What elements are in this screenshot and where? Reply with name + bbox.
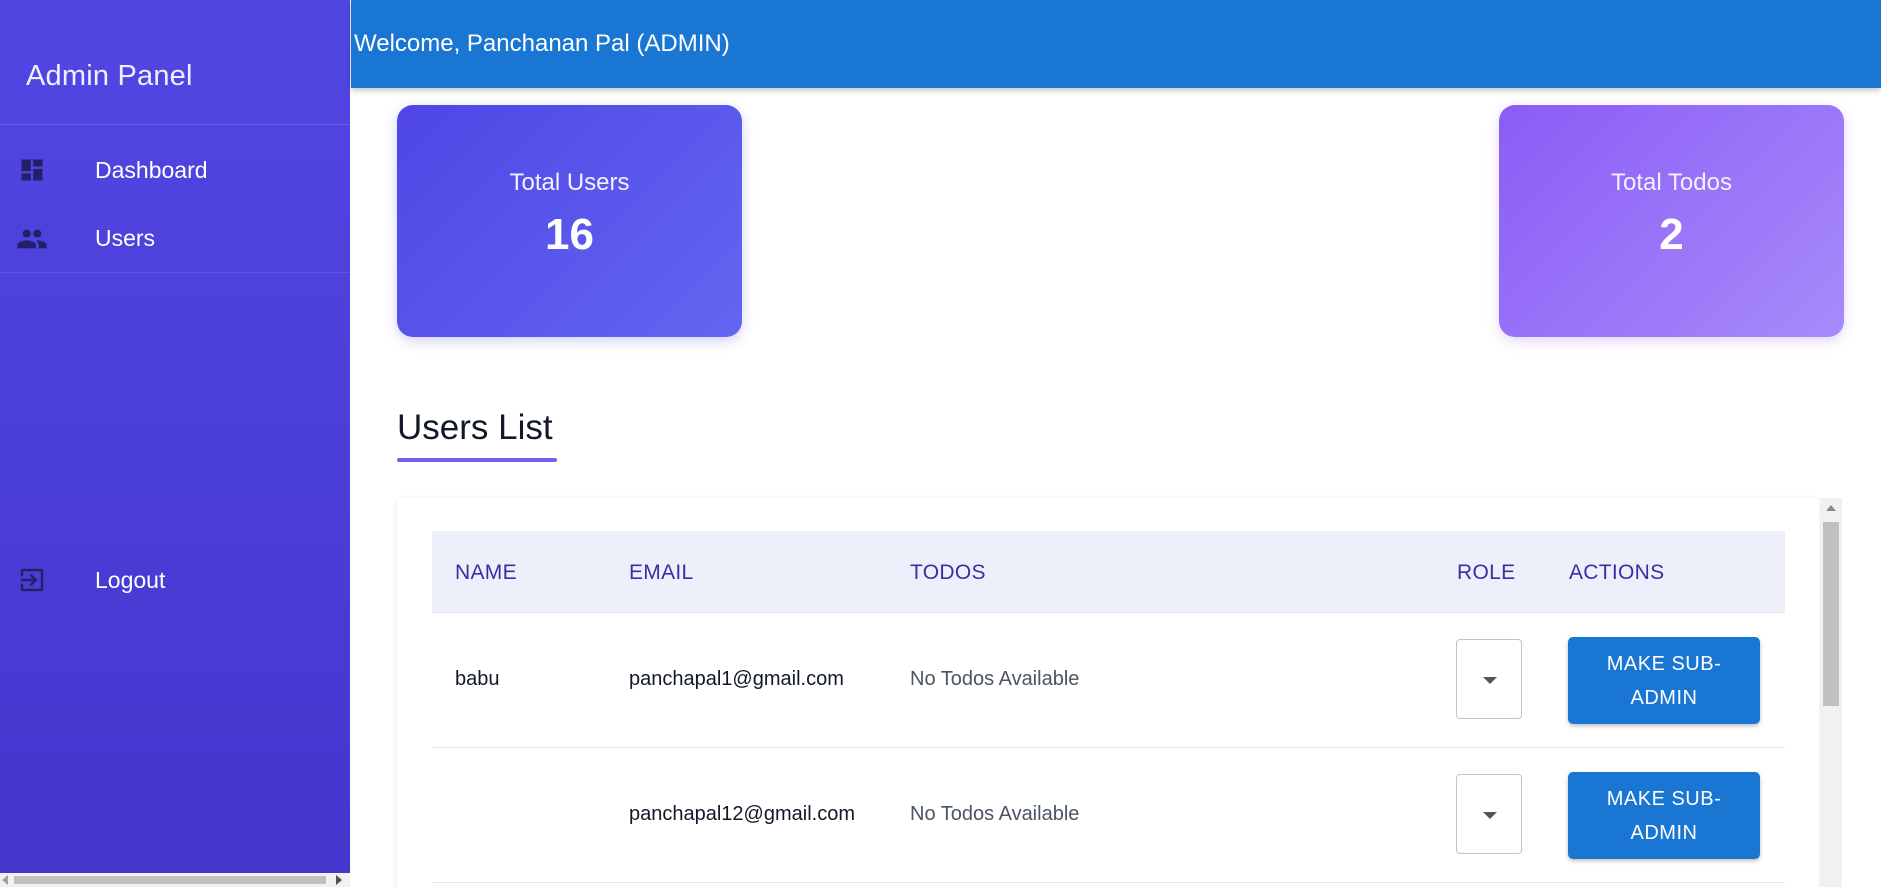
vertical-scrollbar[interactable]: [1820, 498, 1842, 887]
table-header: NAME EMAIL TODOS ROLE ACTIONS: [432, 531, 1785, 613]
welcome-text: Welcome, Panchanan Pal (ADMIN): [354, 30, 730, 57]
scroll-up-icon[interactable]: [1826, 505, 1836, 511]
sidebar-item-label: Dashboard: [95, 156, 208, 183]
table-row: babu panchapal1@gmail.com No Todos Avail…: [432, 613, 1785, 748]
stat-card-todos: Total Todos 2: [1499, 105, 1844, 337]
stat-value: 2: [1659, 210, 1684, 259]
stat-label: Total Todos: [1611, 169, 1732, 196]
make-sub-admin-button[interactable]: MAKE SUB-ADMIN: [1568, 637, 1760, 724]
sidebar: Admin Panel Dashboard Users Logout: [0, 0, 350, 887]
user-todos: No Todos Available: [910, 668, 1080, 690]
scrollbar-thumb[interactable]: [1823, 522, 1839, 706]
user-email: panchapal1@gmail.com: [629, 668, 844, 690]
user-name: babu: [455, 668, 500, 690]
user-todos: No Todos Available: [910, 803, 1080, 825]
horizontal-scrollbar[interactable]: [0, 873, 350, 887]
role-select[interactable]: [1456, 639, 1522, 719]
people-icon: [16, 223, 48, 255]
scroll-left-icon[interactable]: [2, 875, 8, 885]
main-content: Total Users 16 Total Todos 2 Users List …: [351, 88, 1881, 887]
chevron-down-icon: [1483, 677, 1497, 684]
stat-card-users: Total Users 16: [397, 105, 742, 337]
logout-icon: [16, 564, 48, 596]
column-header-name: NAME: [455, 561, 517, 584]
role-select[interactable]: [1456, 774, 1522, 854]
sidebar-item-dashboard[interactable]: Dashboard: [0, 136, 350, 204]
scrollbar-thumb[interactable]: [14, 876, 326, 884]
column-header-email: EMAIL: [629, 561, 694, 584]
logout-button[interactable]: Logout: [0, 546, 350, 614]
logout-label: Logout: [95, 566, 166, 593]
users-list-title: Users List: [397, 408, 553, 447]
scroll-right-icon[interactable]: [336, 875, 342, 885]
sidebar-divider: [0, 124, 350, 125]
column-header-actions: ACTIONS: [1569, 561, 1665, 584]
top-header: Welcome, Panchanan Pal (ADMIN): [351, 0, 1881, 88]
stat-label: Total Users: [509, 169, 630, 196]
app-root: Admin Panel Dashboard Users Logout Welco…: [0, 0, 1881, 887]
users-table: NAME EMAIL TODOS ROLE ACTIONS babu panch…: [397, 498, 1819, 887]
make-sub-admin-button[interactable]: MAKE SUB-ADMIN: [1568, 772, 1760, 859]
column-header-role: ROLE: [1457, 561, 1516, 584]
stat-value: 16: [545, 210, 594, 259]
sidebar-item-label: Users: [95, 225, 156, 251]
column-header-todos: TODOS: [910, 561, 986, 584]
user-email: panchapal12@gmail.com: [629, 803, 855, 825]
title-underline: [397, 458, 557, 462]
sidebar-item-users[interactable]: Users: [0, 205, 350, 273]
dashboard-icon: [16, 154, 48, 186]
table-row: panchapal12@gmail.com No Todos Available…: [432, 748, 1785, 883]
sidebar-title: Admin Panel: [26, 60, 193, 92]
chevron-down-icon: [1483, 812, 1497, 819]
